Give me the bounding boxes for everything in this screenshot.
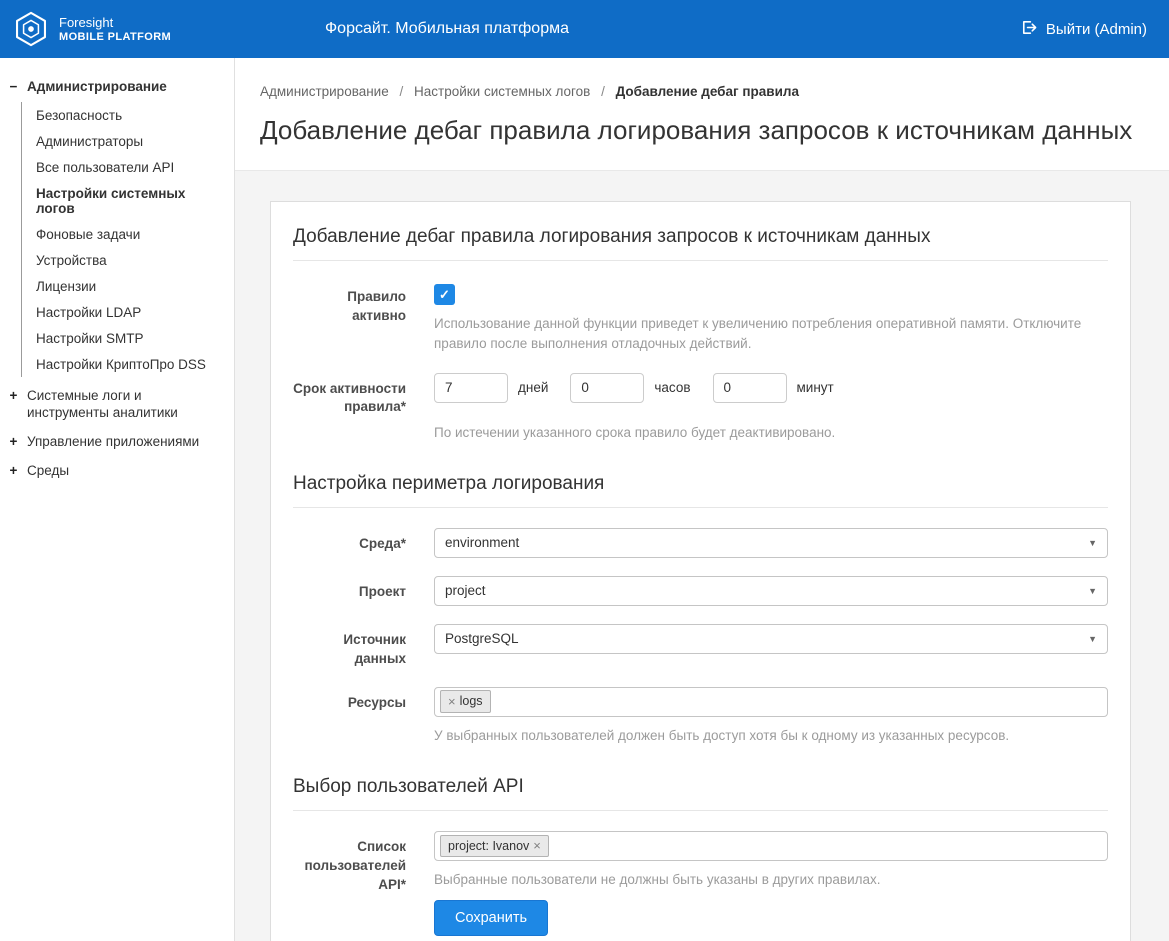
sidebar-item-background-tasks[interactable]: Фоновые задачи <box>36 221 226 247</box>
project-row: Проект project ▼ <box>293 576 1108 606</box>
logout-icon <box>1020 19 1037 40</box>
api-users-input[interactable]: project: Ivanov × <box>434 831 1108 861</box>
project-label: Проект <box>293 576 406 606</box>
logout-button[interactable]: Выйти (Admin) <box>1020 19 1147 40</box>
sidebar-item-label: Среды <box>27 462 69 479</box>
sidebar-item-devices[interactable]: Устройства <box>36 247 226 273</box>
breadcrumb: Администрирование / Настройки системных … <box>260 84 1144 99</box>
remove-tag-icon[interactable]: × <box>448 695 456 708</box>
sidebar: − Администрирование Безопасность Админис… <box>0 58 235 941</box>
app-logo: Foresight MOBILE PLATFORM <box>0 10 225 48</box>
section-title-api-users: Выбор пользователей API <box>293 776 1108 811</box>
resources-label: Ресурсы <box>293 687 406 746</box>
content-body: Добавление дебаг правила логирования зап… <box>235 171 1169 941</box>
sidebar-item-security[interactable]: Безопасность <box>36 102 226 128</box>
expand-icon[interactable]: + <box>8 433 19 450</box>
resources-help: У выбранных пользователей должен быть до… <box>434 726 1108 746</box>
breadcrumb-system-logs-settings[interactable]: Настройки системных логов <box>414 84 590 99</box>
section-title-add-rule: Добавление дебаг правила логирования зап… <box>293 226 1108 261</box>
environment-row: Среда* environment ▼ <box>293 528 1108 558</box>
resources-row: Ресурсы × logs У выбранных пользователей… <box>293 687 1108 746</box>
environment-select[interactable]: environment ▼ <box>434 528 1108 558</box>
content-header: Администрирование / Настройки системных … <box>235 58 1169 171</box>
sidebar-item-label: Администрирование <box>27 78 167 95</box>
rule-active-checkbox[interactable]: ✓ <box>434 284 455 305</box>
api-users-label: Список пользователей API* <box>293 831 406 936</box>
chevron-down-icon: ▼ <box>1088 634 1097 644</box>
rule-active-label: Правило активно <box>293 281 406 355</box>
hours-input[interactable] <box>570 373 644 403</box>
required-mark: * <box>401 399 406 414</box>
minutes-unit-label: минут <box>797 380 834 395</box>
duration-help: По истечении указанного срока правило бу… <box>434 423 1108 443</box>
breadcrumb-separator: / <box>400 84 404 99</box>
sidebar-item-system-logs-analytics[interactable]: + Системные логи и инструменты аналитики <box>8 381 226 427</box>
section-title-perimeter: Настройка периметра логирования <box>293 473 1108 508</box>
top-header: Foresight MOBILE PLATFORM Форсайт. Мобил… <box>0 0 1169 58</box>
duration-label: Срок активности правила* <box>293 373 406 443</box>
foresight-logo-icon <box>12 10 50 48</box>
sidebar-item-cryptopro-dss-settings[interactable]: Настройки КриптоПро DSS <box>36 351 226 377</box>
duration-row: Срок активности правила* дней часов мину… <box>293 373 1108 443</box>
breadcrumb-administration[interactable]: Администрирование <box>260 84 389 99</box>
required-mark: * <box>401 877 406 892</box>
environment-label: Среда* <box>293 528 406 558</box>
project-select-value: project <box>445 583 486 598</box>
resource-tag: × logs <box>440 690 491 712</box>
api-user-tag: project: Ivanov × <box>440 835 549 857</box>
sidebar-item-ldap-settings[interactable]: Настройки LDAP <box>36 299 226 325</box>
api-users-row: Список пользователей API* project: Ivano… <box>293 831 1108 936</box>
duration-fields: дней часов минут <box>434 373 1108 403</box>
datasource-label: Источник данных <box>293 624 406 669</box>
minutes-input[interactable] <box>713 373 787 403</box>
logo-line1: Foresight <box>59 15 171 30</box>
expand-icon[interactable]: + <box>8 462 19 479</box>
sidebar-item-administrators[interactable]: Администраторы <box>36 128 226 154</box>
sidebar-item-licenses[interactable]: Лицензии <box>36 273 226 299</box>
sidebar-item-app-management[interactable]: + Управление приложениями <box>8 427 226 456</box>
check-icon: ✓ <box>439 287 450 303</box>
rule-active-help: Использование данной функции приведет к … <box>434 314 1108 355</box>
chevron-down-icon: ▼ <box>1088 538 1097 548</box>
environment-select-value: environment <box>445 535 519 550</box>
api-user-tag-label: project: Ivanov <box>448 838 529 854</box>
days-unit-label: дней <box>518 380 548 395</box>
sidebar-item-environments[interactable]: + Среды <box>8 456 226 485</box>
sidebar-item-administration[interactable]: − Администрирование <box>8 72 226 101</box>
datasource-select[interactable]: PostgreSQL ▼ <box>434 624 1108 654</box>
logout-label: Выйти (Admin) <box>1046 21 1147 38</box>
sidebar-item-smtp-settings[interactable]: Настройки SMTP <box>36 325 226 351</box>
sidebar-item-label: Управление приложениями <box>27 433 199 450</box>
expand-icon[interactable]: + <box>8 387 19 404</box>
app-title: Форсайт. Мобильная платформа <box>325 20 569 38</box>
datasource-row: Источник данных PostgreSQL ▼ <box>293 624 1108 669</box>
resources-input[interactable]: × logs <box>434 687 1108 717</box>
resource-tag-label: logs <box>460 693 483 709</box>
days-input[interactable] <box>434 373 508 403</box>
administration-children: Безопасность Администраторы Все пользова… <box>21 102 226 377</box>
collapse-icon[interactable]: − <box>8 78 19 95</box>
datasource-select-value: PostgreSQL <box>445 631 519 646</box>
hours-unit-label: часов <box>654 380 690 395</box>
chevron-down-icon: ▼ <box>1088 586 1097 596</box>
required-mark: * <box>401 536 406 551</box>
main-content: Администрирование / Настройки системных … <box>235 58 1169 941</box>
logo-line2: MOBILE PLATFORM <box>59 30 171 44</box>
sidebar-item-label: Системные логи и инструменты аналитики <box>27 387 226 421</box>
page-title: Добавление дебаг правила логирования зап… <box>260 115 1144 146</box>
rule-active-row: Правило активно ✓ Использование данной ф… <box>293 281 1108 355</box>
save-button[interactable]: Сохранить <box>434 900 548 936</box>
breadcrumb-separator: / <box>601 84 605 99</box>
api-users-help: Выбранные пользователи не должны быть ук… <box>434 870 1108 890</box>
debug-rule-form-card: Добавление дебаг правила логирования зап… <box>270 201 1131 941</box>
breadcrumb-current-page: Добавление дебаг правила <box>616 84 799 99</box>
project-select[interactable]: project ▼ <box>434 576 1108 606</box>
sidebar-item-api-users[interactable]: Все пользователи API <box>36 154 226 180</box>
remove-tag-icon[interactable]: × <box>533 839 541 852</box>
sidebar-item-system-logs-settings[interactable]: Настройки системных логов <box>36 180 226 221</box>
